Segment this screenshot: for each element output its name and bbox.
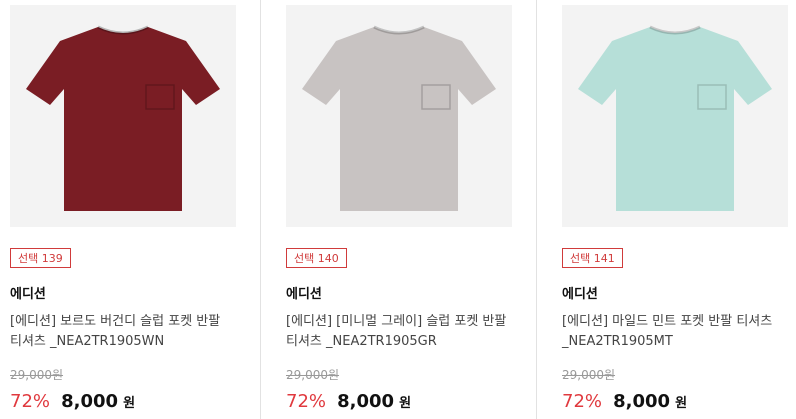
brand-name[interactable]: 에디션: [10, 283, 46, 302]
price-row: 72% 8,000 원: [286, 391, 411, 412]
product-name[interactable]: [에디션] 보르도 버건디 슬럽 포켓 반팔 티셔츠 _NEA2TR1905WN: [10, 312, 232, 352]
product-name[interactable]: [에디션] [미니멀 그레이] 슬럽 포켓 반팔 티셔츠 _NEA2TR1905…: [286, 312, 508, 352]
product-image[interactable]: [286, 5, 512, 227]
product-grid: 선택 139 에디션 [에디션] 보르도 버건디 슬럽 포켓 반팔 티셔츠 _N…: [0, 0, 796, 419]
sale-price: 8,000: [337, 391, 395, 412]
price-row: 72% 8,000 원: [10, 391, 135, 412]
sale-price: 8,000: [61, 391, 119, 412]
discount-rate: 72%: [10, 391, 51, 412]
selection-badge: 선택 139: [10, 248, 71, 268]
price-unit: 원: [399, 396, 412, 411]
original-price: 29,000원: [286, 368, 340, 382]
selection-badge: 선택 140: [286, 248, 347, 268]
tshirt-icon: [302, 25, 496, 211]
column-divider: [536, 0, 537, 419]
brand-name[interactable]: 에디션: [286, 283, 322, 302]
original-price: 29,000원: [10, 368, 64, 382]
tshirt-icon: [578, 25, 772, 211]
price-unit: 원: [675, 396, 688, 411]
price-row: 72% 8,000 원: [562, 391, 687, 412]
product-card[interactable]: 선택 139 에디션 [에디션] 보르도 버건디 슬럽 포켓 반팔 티셔츠 _N…: [10, 0, 250, 419]
product-image[interactable]: [562, 5, 788, 227]
price-unit: 원: [123, 396, 136, 411]
brand-name[interactable]: 에디션: [562, 283, 598, 302]
selection-badge: 선택 141: [562, 248, 623, 268]
product-card[interactable]: 선택 140 에디션 [에디션] [미니멀 그레이] 슬럽 포켓 반팔 티셔츠 …: [286, 0, 526, 419]
product-image[interactable]: [10, 5, 236, 227]
discount-rate: 72%: [286, 391, 327, 412]
product-card[interactable]: 선택 141 에디션 [에디션] 마일드 민트 포켓 반팔 티셔츠 _NEA2T…: [562, 0, 796, 419]
product-name[interactable]: [에디션] 마일드 민트 포켓 반팔 티셔츠 _NEA2TR1905MT: [562, 312, 784, 352]
sale-price: 8,000: [613, 391, 671, 412]
tshirt-icon: [26, 25, 220, 211]
original-price: 29,000원: [562, 368, 616, 382]
column-divider: [260, 0, 261, 419]
discount-rate: 72%: [562, 391, 603, 412]
